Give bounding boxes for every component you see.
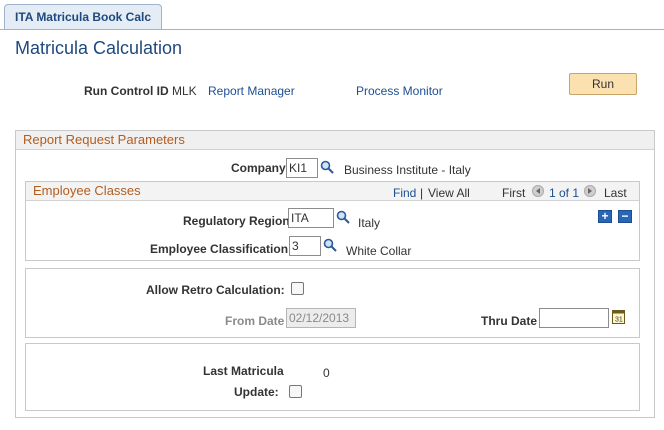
allow-retro-checkbox[interactable] [291,282,304,295]
find-link[interactable]: Find [393,186,416,200]
delete-row-button[interactable]: − [618,210,632,223]
last-matricula-value: 0 [323,366,330,380]
last-label: Last [604,186,627,200]
calendar-icon[interactable]: 31 [612,309,625,327]
regulatory-region-lookup-icon[interactable] [336,210,350,227]
pager-count: 1 of 1 [549,186,580,200]
from-date-label: From Date [225,314,285,328]
tab-matricula-book-calc[interactable]: ITA Matricula Book Calc [4,4,162,30]
employee-classification-label: Employee Classification [150,242,289,256]
company-input[interactable] [286,158,318,178]
previous-row-icon[interactable] [532,185,544,197]
run-button[interactable]: Run [569,73,637,95]
employee-classification-input[interactable] [289,236,321,256]
company-description: Business Institute - Italy [344,163,471,177]
first-label: First [502,186,526,200]
matricula-group [25,343,640,411]
regulatory-region-description: Italy [358,216,381,230]
add-row-button[interactable]: + [598,210,612,223]
run-control-value: MLK [172,84,197,98]
last-matricula-label: Last Matricula [203,364,284,378]
company-lookup-icon[interactable] [320,160,334,177]
next-row-icon[interactable] [584,185,596,197]
svg-text:31: 31 [615,317,623,324]
from-date-input [286,308,356,328]
process-monitor-link[interactable]: Process Monitor [356,84,443,98]
employee-classification-lookup-icon[interactable] [323,238,337,255]
regulatory-region-input[interactable] [288,208,334,228]
tab-divider [0,29,664,30]
find-separator: | [420,186,424,200]
update-checkbox[interactable] [289,385,302,398]
report-request-parameters-title: Report Request Parameters [16,131,654,150]
view-all-link[interactable]: View All [428,186,470,200]
update-label: Update: [234,385,279,399]
company-label: Company [231,161,286,175]
allow-retro-label: Allow Retro Calculation: [146,283,285,297]
thru-date-input[interactable] [539,308,609,328]
report-manager-link[interactable]: Report Manager [208,84,295,98]
thru-date-label: Thru Date [481,314,538,328]
employee-classification-description: White Collar [346,244,412,258]
employee-classes-title: Employee Classes [26,182,639,201]
run-control-label: Run Control ID [84,84,169,98]
regulatory-region-label: Regulatory Region [183,214,290,228]
page-title: Matricula Calculation [15,38,183,58]
